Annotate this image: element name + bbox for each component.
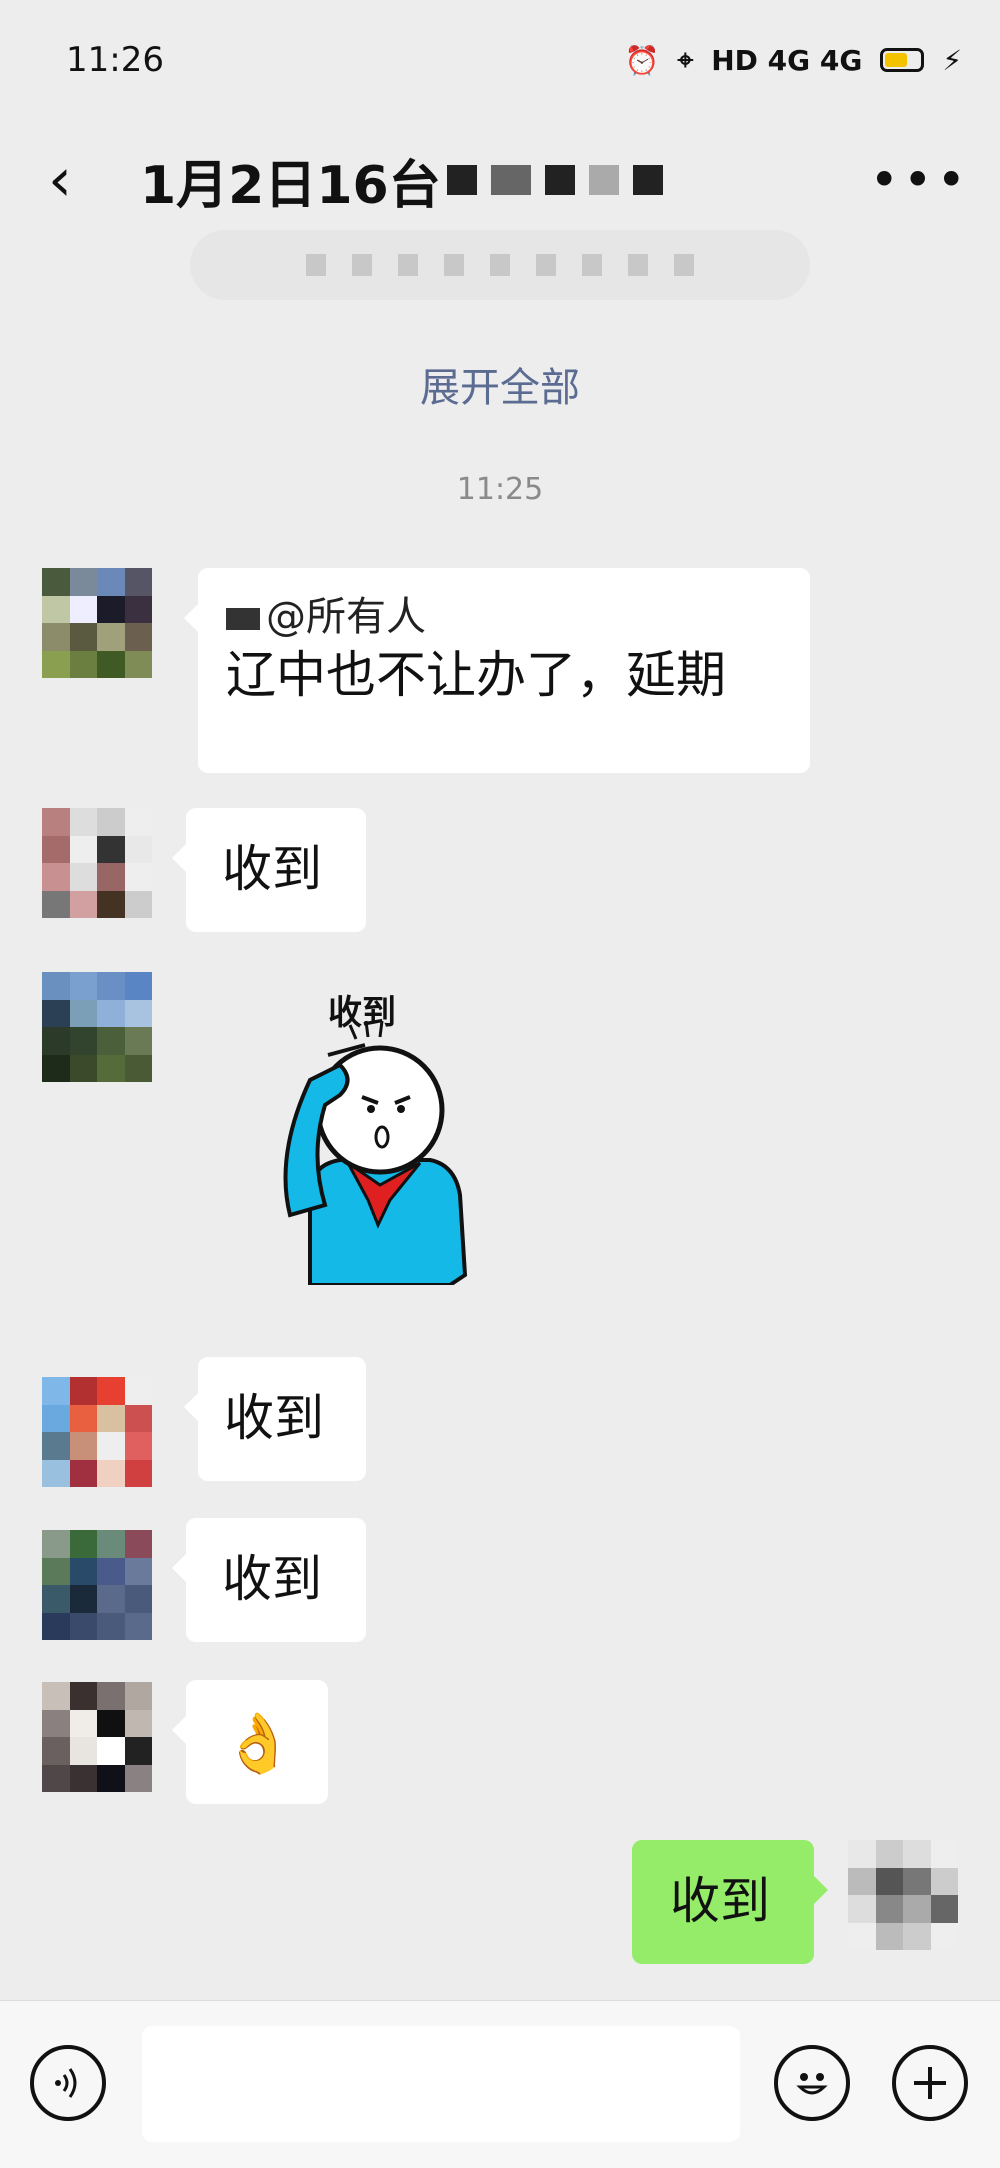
message-text: 收到: [670, 1872, 770, 1930]
avatar[interactable]: [42, 972, 152, 1082]
message-bubble[interactable]: 收到: [172, 1518, 366, 1642]
smile-icon[interactable]: [774, 2045, 850, 2121]
voice-icon[interactable]: [30, 2045, 106, 2121]
title-redaction: [446, 165, 663, 195]
network-label: HD 4G 4G: [711, 43, 863, 77]
status-time: 11:26: [66, 40, 164, 80]
group-notice-redaction: [190, 230, 810, 300]
status-icons: ⏰ ⌖ HD 4G 4G ⚡: [625, 43, 962, 77]
sticker-image[interactable]: 收到: [270, 985, 490, 1287]
avatar[interactable]: [42, 808, 152, 918]
status-bar: 11:26 ⏰ ⌖ HD 4G 4G ⚡: [0, 0, 1000, 120]
mention-text: @所有人: [226, 590, 782, 642]
ok-hand-emoji: 👌: [222, 1709, 295, 1777]
chat-title: 1月2日16台: [140, 155, 441, 216]
battery-icon: [880, 48, 925, 72]
avatar[interactable]: [42, 1530, 152, 1640]
input-bar: [0, 2000, 1000, 2168]
plus-icon[interactable]: [892, 2045, 968, 2121]
chat-header: ‹ 1月2日16台 •••: [0, 120, 1000, 240]
message-bubble[interactable]: 收到: [184, 1357, 366, 1481]
message-input[interactable]: [142, 2026, 740, 2142]
avatar[interactable]: [42, 1377, 152, 1487]
message-bubble[interactable]: 👌: [172, 1680, 328, 1804]
expand-all-link[interactable]: 展开全部: [0, 355, 1000, 413]
message-bubble[interactable]: 收到: [172, 808, 366, 932]
self-message-bubble[interactable]: 收到: [632, 1840, 828, 1964]
message-bubble[interactable]: @所有人 辽中也不让办了，延期: [184, 568, 810, 773]
self-avatar[interactable]: [848, 1840, 958, 1950]
location-icon: ⌖: [677, 43, 694, 76]
charging-icon: ⚡: [942, 43, 962, 77]
message-text: 收到: [224, 1389, 324, 1447]
avatar[interactable]: [42, 568, 152, 678]
alarm-icon: ⏰: [624, 43, 660, 77]
avatar[interactable]: [42, 1682, 152, 1792]
chevron-left-icon[interactable]: ‹: [30, 150, 90, 210]
message-text: 收到: [222, 840, 322, 898]
sticker-caption: 收到: [328, 993, 396, 1033]
message-timestamp: 11:25: [456, 472, 544, 507]
more-dots-icon[interactable]: •••: [870, 151, 970, 209]
message-text: 辽中也不让办了，延期: [226, 646, 726, 704]
message-text: 收到: [222, 1550, 322, 1608]
